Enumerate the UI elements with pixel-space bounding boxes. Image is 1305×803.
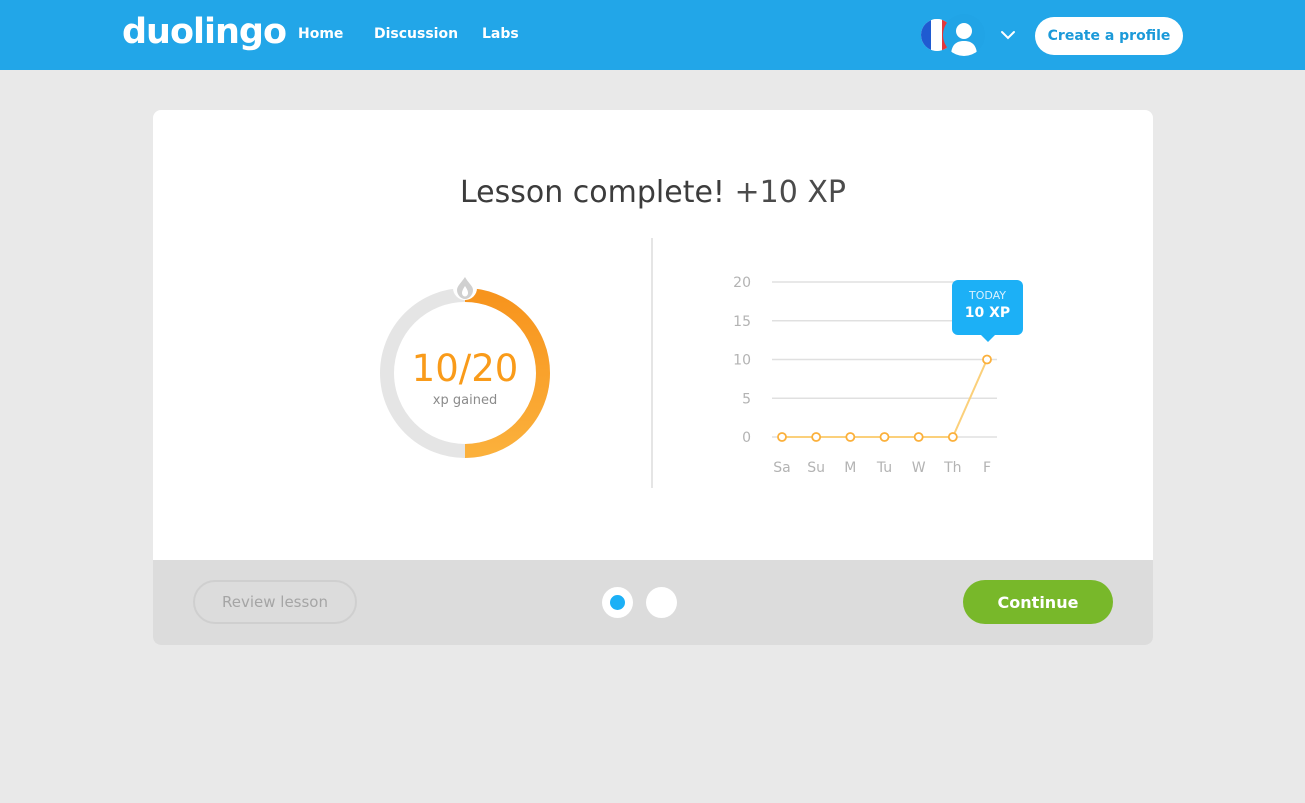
flame-icon (453, 276, 477, 300)
title-xp: +10 XP (734, 175, 847, 210)
chart-data-point (845, 432, 856, 442)
lesson-complete-card: Lesson complete! +10 XP 10/20 xp gained … (153, 110, 1153, 645)
chart-data-point (811, 432, 822, 442)
chart-y-tick-label: 5 (742, 391, 751, 407)
chart-x-tick-label: Tu (876, 460, 892, 476)
chart-y-tick-label: 10 (733, 353, 751, 369)
user-avatar-icon[interactable] (943, 14, 985, 56)
continue-button[interactable]: Continue (963, 580, 1113, 624)
top-navigation-bar: duolingo Home Discussion Labs Create a p… (0, 0, 1305, 70)
chart-y-tick-label: 0 (742, 430, 751, 446)
review-lesson-button[interactable]: Review lesson (193, 580, 357, 624)
tooltip-value: 10 XP (964, 305, 1011, 321)
chart-data-point (879, 432, 890, 442)
chart-y-tick-label: 15 (733, 314, 751, 330)
chart-x-tick-label: Sa (773, 460, 790, 476)
create-profile-button[interactable]: Create a profile (1035, 17, 1183, 55)
title-text: Lesson complete! (459, 175, 725, 210)
chart-data-point (777, 432, 787, 442)
page-title: Lesson complete! +10 XP (153, 175, 1153, 210)
chart-x-tick-label: Su (807, 460, 825, 476)
xp-progress-value: 10/20 (411, 347, 519, 390)
pager-dot-1[interactable] (602, 587, 633, 618)
chart-data-point (982, 354, 992, 365)
today-xp-tooltip: TODAY 10 XP (952, 280, 1023, 342)
nav-home[interactable]: Home (298, 26, 343, 42)
divider (651, 238, 653, 488)
chart-data-point (947, 432, 958, 442)
chevron-down-icon[interactable] (1000, 27, 1016, 43)
chart-x-tick-label: W (912, 460, 926, 476)
tooltip-label: TODAY (968, 289, 1007, 302)
chart-x-tick-label: M (844, 460, 856, 476)
chart-x-tick-label: F (983, 460, 991, 476)
nav-labs[interactable]: Labs (482, 26, 519, 42)
chart-data-point (913, 432, 924, 442)
chart-x-tick-label: Th (943, 460, 961, 476)
chart-y-tick-label: 20 (733, 275, 751, 291)
nav-discussion[interactable]: Discussion (374, 26, 458, 42)
duolingo-logo[interactable]: duolingo (122, 12, 287, 52)
lesson-footer: Review lesson Continue (153, 560, 1153, 645)
pager-dot-2[interactable] (646, 587, 677, 618)
xp-progress-caption: xp gained (432, 393, 498, 408)
